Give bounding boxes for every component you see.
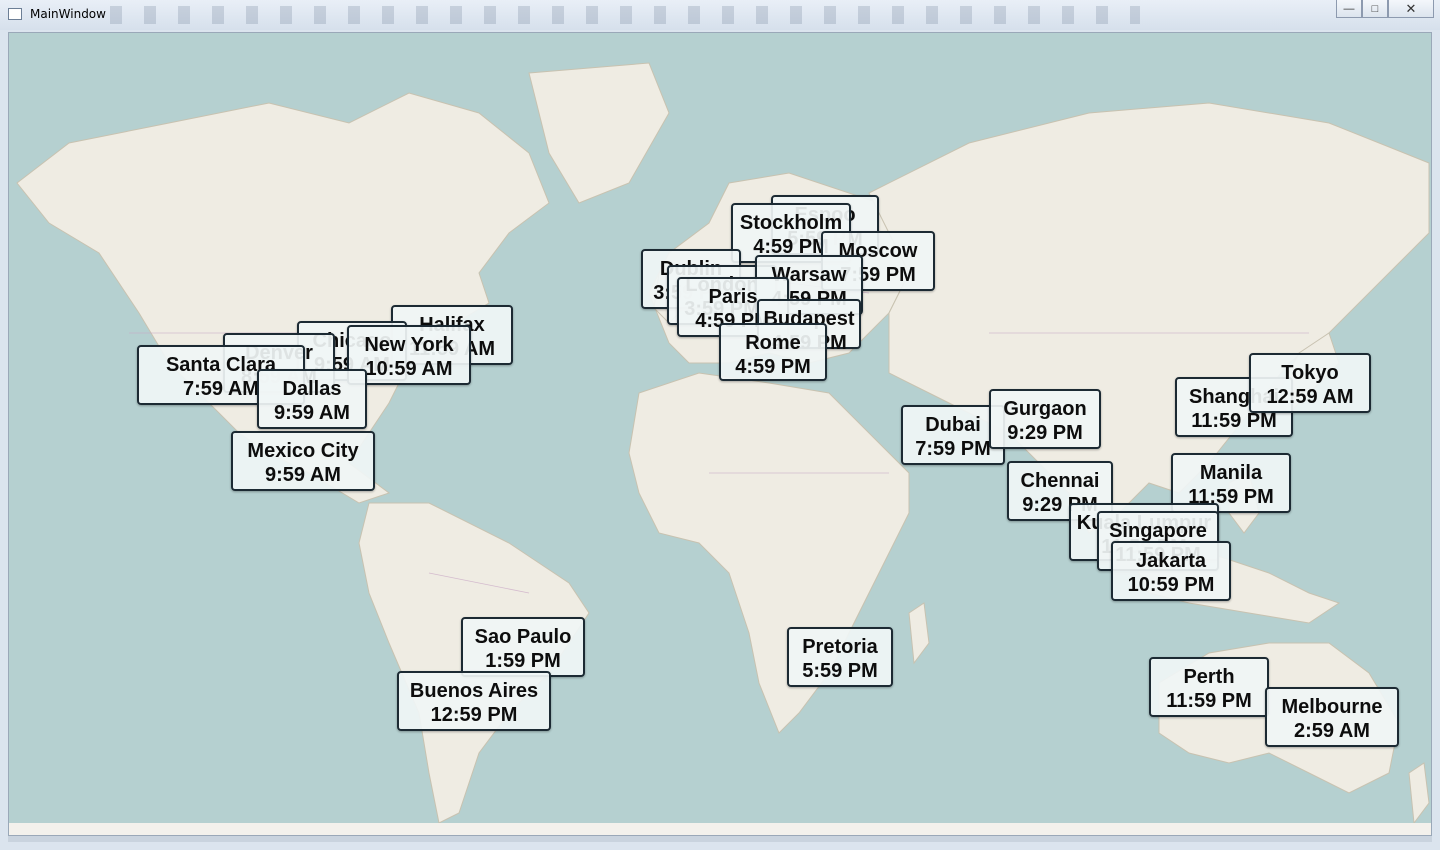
- city-name: Gurgaon: [1003, 398, 1087, 420]
- maximize-button[interactable]: □: [1362, 0, 1388, 18]
- world-map[interactable]: Espoo5:59 PMStockholm4:59 PMMoscow7:59 P…: [8, 32, 1432, 836]
- city-name: Rome: [745, 332, 801, 354]
- city-name: Pretoria: [802, 636, 878, 658]
- status-strip: [8, 836, 1432, 842]
- city-label-pretoria[interactable]: Pretoria 5:59 PM: [787, 627, 893, 687]
- window-title: MainWindow: [30, 7, 106, 21]
- city-name: Buenos Aires: [409, 680, 539, 702]
- city-name: Dallas: [282, 378, 342, 400]
- city-time: 2:59 AM: [1294, 720, 1370, 742]
- city-label-perth[interactable]: Perth 11:59 PM: [1149, 657, 1269, 717]
- city-time: 11:59 PM: [1166, 690, 1252, 712]
- city-time: 4:59 PM: [735, 356, 811, 378]
- city-time: 9:29 PM: [1007, 422, 1083, 444]
- city-label-jakarta[interactable]: Jakarta 10:59 PM: [1111, 541, 1231, 601]
- city-label-mexico-city[interactable]: Mexico City 9:59 AM: [231, 431, 375, 491]
- app-icon: [8, 8, 22, 20]
- city-time: 7:59 PM: [915, 438, 991, 460]
- city-time: 9:59 AM: [265, 464, 341, 486]
- city-name: Melbourne: [1281, 696, 1383, 718]
- city-name: Jakarta: [1135, 550, 1207, 572]
- city-label-rome[interactable]: Rome 4:59 PM: [719, 323, 827, 381]
- city-name: Chennai: [1020, 470, 1100, 492]
- city-time: 1:59 PM: [485, 650, 561, 672]
- city-time: 12:59 PM: [430, 704, 518, 726]
- city-label-tokyo[interactable]: Tokyo 12:59 AM: [1249, 353, 1371, 413]
- city-name: Sao Paulo: [474, 626, 572, 648]
- city-name: Mexico City: [247, 440, 359, 462]
- city-label-melbourne[interactable]: Melbourne 2:59 AM: [1265, 687, 1399, 747]
- city-name: Perth: [1183, 666, 1235, 688]
- ghost-toolbar: [110, 6, 1140, 24]
- city-time: 5:59 PM: [802, 660, 878, 682]
- title-bar: MainWindow — □ ✕: [0, 0, 1440, 30]
- city-name: Dubai: [925, 414, 981, 436]
- city-name: Singapore: [1109, 520, 1207, 542]
- minimize-button[interactable]: —: [1336, 0, 1362, 18]
- city-time: 10:59 PM: [1127, 574, 1215, 596]
- window-controls: — □ ✕: [1336, 0, 1434, 20]
- city-name: New York: [364, 334, 454, 356]
- city-time: 12:59 AM: [1266, 386, 1354, 408]
- city-label-buenos-aires[interactable]: Buenos Aires 12:59 PM: [397, 671, 551, 731]
- city-name: Tokyo: [1281, 362, 1339, 384]
- city-time: 9:59 AM: [274, 402, 350, 424]
- city-name: Manila: [1199, 462, 1263, 484]
- city-label-gurgaon[interactable]: Gurgaon 9:29 PM: [989, 389, 1101, 449]
- city-label-dallas[interactable]: Dallas 9:59 AM: [257, 369, 367, 429]
- city-time: 10:59 AM: [365, 358, 453, 380]
- close-button[interactable]: ✕: [1388, 0, 1434, 18]
- city-label-sao-paulo[interactable]: Sao Paulo 1:59 PM: [461, 617, 585, 677]
